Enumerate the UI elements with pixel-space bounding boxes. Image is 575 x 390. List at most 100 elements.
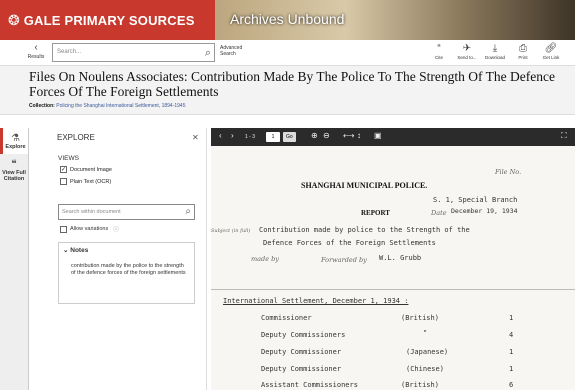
allow-variations-label: Allow variations <box>70 226 109 232</box>
rail-full-citation[interactable]: ❝ View Full Citation <box>0 154 28 182</box>
scan-row-count: 1 <box>509 314 514 322</box>
print-label: Print <box>518 55 528 60</box>
link-icon: 🔗︎ <box>544 43 558 54</box>
advanced-search-link[interactable]: Advanced Search <box>220 45 250 57</box>
print-icon: ⎙ <box>519 43 527 54</box>
scan-made-by: made by <box>251 255 279 263</box>
explore-icon: ⚗ <box>11 133 20 144</box>
fullscreen-icon[interactable]: ⛶ <box>561 131 567 141</box>
scan-row-nationality: (British) <box>401 314 439 322</box>
cite-button[interactable]: “Cite <box>425 42 453 60</box>
scan-date: December 19, 1934 <box>451 207 518 215</box>
download-label: Download <box>484 55 505 60</box>
search-within-placeholder: Search within document <box>62 209 121 215</box>
allow-variations-option[interactable]: Allow variations ⓘ <box>60 225 119 233</box>
fit-height-icon[interactable]: ↕ <box>357 131 361 140</box>
scan-row-rank: Deputy Commissioners <box>261 331 346 339</box>
scan-row-nationality: (Chinese) <box>406 365 444 373</box>
page-number-input[interactable]: 1 <box>266 132 280 142</box>
go-button[interactable]: Go <box>283 132 296 142</box>
brand-name: GALE PRIMARY SOURCES <box>23 12 195 28</box>
scan-row-count: 1 <box>509 365 514 373</box>
collection-link[interactable]: Policing the Shanghai International Sett… <box>56 103 185 109</box>
scan-subject-line-2: Defence Forces of the Foreign Settlement… <box>263 239 436 247</box>
brand-logo[interactable]: ❂ GALE PRIMARY SOURCES <box>0 0 215 40</box>
send-icon: ✈ <box>462 43 472 54</box>
gale-logo-icon: ❂ <box>8 11 20 28</box>
rail-citation-label: View Full Citation <box>2 170 26 182</box>
collection-label: Collection: <box>29 103 55 109</box>
scan-forwarded-label: Forwarded by <box>321 256 367 264</box>
search-icon[interactable]: ⌕ <box>185 206 191 217</box>
scan-row-rank: Deputy Commissioner <box>261 365 342 373</box>
results-button[interactable]: ‹ Results <box>24 42 48 60</box>
document-image-label: Document Image <box>70 166 112 173</box>
download-button[interactable]: ⤓ Download <box>481 42 509 60</box>
scan-subject-line-1: Contribution made by police to the Stren… <box>259 226 470 234</box>
document-viewer: ‹ › 1 - 3 1 Go ⊕ ⊖ ⟷ ↕ ▣ ⛶ File No. SHAN… <box>211 128 575 390</box>
search-input[interactable]: Search... ⌕ <box>52 43 215 62</box>
scan-section-title: International Settlement, December 1, 19… <box>223 297 409 305</box>
page-range: 1 - 3 <box>245 134 256 140</box>
zoom-out-icon[interactable]: ⊖ <box>323 131 330 140</box>
scan-branch: S. 1, Special Branch <box>433 196 518 204</box>
checkbox-icon[interactable] <box>60 225 67 233</box>
scan-org-heading: SHANGHAI MUNICIPAL POLICE. <box>301 181 428 190</box>
rail-explore-label: Explore <box>5 144 26 150</box>
collection-line: Collection: Policing the Shanghai Intern… <box>29 103 186 109</box>
plain-text-option[interactable]: Plain Text (OCR) <box>60 178 111 185</box>
get-link-label: Get Link <box>542 55 560 60</box>
notes-heading: Notes <box>70 247 89 254</box>
explore-heading: EXPLORE <box>57 133 95 142</box>
citation-icon: ❝ <box>11 159 17 170</box>
scan-row-count: 6 <box>509 381 514 389</box>
scan-subject-prefix: Subject (in full) <box>211 228 251 234</box>
document-image[interactable]: File No. SHANGHAI MUNICIPAL POLICE. S. 1… <box>211 146 575 390</box>
rail-explore[interactable]: ⚗ Explore <box>0 128 28 154</box>
next-page-icon[interactable]: › <box>231 131 234 140</box>
results-label: Results <box>27 54 45 60</box>
get-link-button[interactable]: 🔗︎ Get Link <box>537 42 565 60</box>
chevron-down-icon: ⌄ <box>63 247 69 254</box>
archive-title[interactable]: Archives Unbound <box>230 11 344 27</box>
tool-group: “Cite ✈ Send to... ⤓ Download ⎙ Print 🔗︎ Get… <box>425 42 565 60</box>
zoom-in-icon[interactable]: ⊕ <box>311 131 318 140</box>
app-banner: ❂ GALE PRIMARY SOURCES Archives Unbound <box>0 0 575 40</box>
plain-text-label: Plain Text (OCR) <box>70 178 112 185</box>
scan-row-count: 1 <box>509 348 514 356</box>
citation-icon: “ <box>437 43 441 54</box>
scan-divider <box>211 289 575 290</box>
document-image-option[interactable]: ✓ Document Image <box>60 166 112 173</box>
scan-report-heading: REPORT <box>361 209 390 217</box>
notes-panel: ⌄ Notes contribution made by the police … <box>58 242 195 304</box>
send-label: Send to... <box>457 55 477 60</box>
scan-row-rank: Deputy Commissioner <box>261 348 342 356</box>
cite-label: Cite <box>434 55 443 60</box>
search-icon[interactable]: ⌕ <box>205 47 211 60</box>
document-header: Files On Noulens Associates: Contributio… <box>0 66 575 115</box>
scan-row-rank: Assistant Commissioners <box>261 381 358 389</box>
checkbox-checked-icon[interactable]: ✓ <box>60 166 67 173</box>
scan-date-label: Date <box>431 209 447 217</box>
file-no-label: File No. <box>495 168 522 176</box>
scan-row-count: 4 <box>509 331 514 339</box>
fit-width-icon[interactable]: ⟷ <box>343 131 354 140</box>
search-within-input[interactable]: Search within document ⌕ <box>58 204 195 220</box>
prev-page-icon[interactable]: ‹ <box>219 131 222 140</box>
views-label: VIEWS <box>58 155 79 162</box>
viewer-toolbar: ‹ › 1 - 3 1 Go ⊕ ⊖ ⟷ ↕ ▣ ⛶ <box>211 128 575 146</box>
notes-text: contribution made by the police to the s… <box>71 263 186 276</box>
toolbar: ‹ Results Search... ⌕ Advanced Search “C… <box>0 40 575 66</box>
image-options-icon[interactable]: ▣ <box>374 131 382 140</box>
scan-row-rank: Commissioner <box>261 314 312 322</box>
print-button[interactable]: ⎙ Print <box>509 42 537 60</box>
send-button[interactable]: ✈ Send to... <box>453 42 481 60</box>
notes-toggle[interactable]: ⌄ Notes <box>63 246 88 254</box>
close-icon[interactable]: ✕ <box>192 133 199 142</box>
search-placeholder: Search... <box>57 49 82 55</box>
left-rail: ⚗ Explore ❝ View Full Citation <box>0 128 29 390</box>
scan-row-nationality: (British) <box>401 381 439 389</box>
info-icon[interactable]: ⓘ <box>113 225 119 233</box>
checkbox-icon[interactable] <box>60 178 67 185</box>
scan-forwarder: W.L. Grubb <box>379 254 422 262</box>
